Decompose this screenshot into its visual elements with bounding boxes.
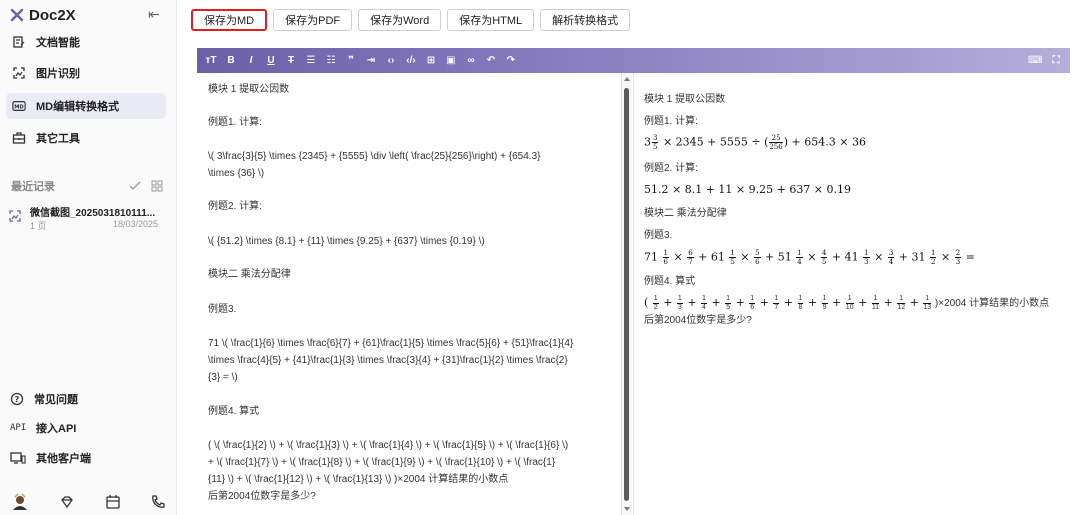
rendered-preview: 模块 1 提取公因数 例题1. 计算: 335 × 2345 + 5555 ÷ …	[633, 73, 1070, 515]
ordered-list-icon[interactable]: ☷	[325, 48, 337, 73]
link-icon[interactable]: ∞	[465, 48, 477, 73]
md-line: 模块二 乘法分配律	[208, 269, 291, 280]
footer-icons	[8, 491, 168, 513]
md-line: \times {36} \)	[208, 168, 265, 179]
recent-title: 最近记录	[11, 181, 55, 193]
recent-item[interactable]: 微信截图_2025031810111... 1 页 18/03/2025	[8, 204, 160, 232]
brand-logo[interactable]: Doc2X	[10, 6, 76, 24]
recent-item-date: 18/03/2025	[112, 219, 158, 229]
image-file-icon	[9, 210, 21, 222]
recent-header: 最近记录	[11, 178, 163, 194]
recent-item-name: 微信截图_2025031810111...	[30, 208, 156, 219]
md-line: \times \frac{4}{5} + {41}\frac{1}{3} \ti…	[208, 355, 568, 366]
preview-equation-3: 71 16 × 67 + 61 15 × 56 + 51 14 × 45 + 4…	[644, 249, 975, 266]
md-line: 例题2. 计算:	[208, 201, 262, 212]
faq-link[interactable]: ? 常见问题	[10, 390, 78, 408]
preview-example2-title: 例题2. 计算:	[644, 163, 698, 174]
code-icon[interactable]: ‹›	[385, 48, 397, 73]
strikethrough-icon[interactable]: T	[285, 48, 297, 73]
nav-item-doc-intelligence[interactable]: 文档智能	[6, 29, 166, 55]
preview-equation-1: 335 × 2345 + 5555 ÷ (25 256) + 654.3 × 36	[644, 134, 866, 151]
user-avatar-icon[interactable]	[10, 492, 30, 512]
nav-item-image-recognition[interactable]: 图片识别	[6, 60, 166, 86]
italic-icon[interactable]: I	[245, 48, 257, 73]
save-as-md-button[interactable]: 保存为MD	[191, 9, 268, 31]
calendar-icon[interactable]	[105, 494, 121, 510]
indent-icon[interactable]: ⇥	[365, 48, 377, 73]
undo-icon[interactable]: ↶	[485, 48, 497, 73]
recent-item-pages: 1 页	[30, 221, 47, 231]
nav-item-md-editor[interactable]: MD MD编辑转换格式	[6, 93, 166, 119]
image-scan-icon	[13, 67, 25, 79]
redo-icon[interactable]: ↷	[505, 48, 517, 73]
toolbox-icon	[12, 132, 26, 144]
md-line: 例题1. 计算:	[208, 117, 262, 128]
md-line: \( 3\frac{3}{5} \times {2345} + {5555} \…	[208, 151, 541, 162]
nav-label: 其它工具	[36, 133, 80, 145]
brand-name: Doc2X	[29, 6, 76, 24]
save-as-html-button[interactable]: 保存为HTML	[447, 9, 535, 31]
scroll-up-arrow-icon[interactable]	[624, 77, 630, 81]
api-link[interactable]: API 接入API	[10, 419, 76, 437]
md-line: {3} = \)	[208, 372, 238, 383]
editor-toolbar: ᴛT B I U T ☰ ☷ ❞ ⇥ ‹› ‹/› ⊞ ▣ ∞ ↶ ↷ ⌨ ⛶	[197, 48, 1070, 73]
preview-example4-title: 例题4. 算式	[644, 276, 696, 287]
faq-label: 常见问题	[34, 394, 78, 406]
preview-heading-module1: 模块 1 提取公因数	[644, 94, 726, 105]
save-as-pdf-button[interactable]: 保存为PDF	[273, 9, 353, 31]
api-icon: API	[10, 423, 27, 433]
underline-icon[interactable]: U	[265, 48, 277, 73]
fullscreen-icon[interactable]: ⛶	[1050, 48, 1062, 73]
preview-example3-title: 例题3.	[644, 230, 673, 241]
md-line: 例题4. 算式	[208, 406, 260, 417]
grid-view-icon[interactable]	[151, 180, 163, 192]
md-line: ( \( \frac{1}{2} \) + \( \frac{1}{3} \) …	[208, 440, 569, 451]
nav-label: MD编辑转换格式	[36, 101, 120, 113]
md-line: 后第2004位数字是多少?	[208, 491, 316, 502]
save-as-word-button[interactable]: 保存为Word	[358, 9, 442, 31]
table-icon[interactable]: ⊞	[425, 48, 437, 73]
collapse-sidebar-icon[interactable]: ⇤	[148, 6, 160, 23]
markdown-editor[interactable]: 模块 1 提取公因数 例题1. 计算: \( 3\frac{3}{5} \tim…	[197, 73, 622, 515]
md-line: 模块 1 提取公因数	[208, 84, 290, 95]
check-all-icon[interactable]	[129, 181, 141, 191]
editor-scrollbar-thumb[interactable]	[624, 88, 629, 501]
parse-convert-button[interactable]: 解析转换格式	[540, 9, 631, 31]
diamond-icon[interactable]	[59, 494, 75, 510]
md-line: 例题3.	[208, 304, 237, 315]
md-line: 71 \( \frac{1}{6} \times \frac{6}{7} + {…	[208, 338, 574, 349]
phone-icon[interactable]	[150, 494, 166, 510]
sidebar: Doc2X ⇤ 文档智能 图片识别 MD MD编辑转换格式 其它工具 最近记录 …	[0, 0, 177, 515]
other-clients-label: 其他客户端	[36, 453, 91, 465]
nav-item-other-tools[interactable]: 其它工具	[6, 125, 166, 151]
help-circle-icon: ?	[10, 392, 24, 406]
svg-text:MD: MD	[14, 105, 24, 111]
devices-icon	[10, 452, 26, 464]
md-line: \( {51.2} \times {8.1} + {11} \times {9.…	[208, 236, 485, 247]
image-icon[interactable]: ▣	[445, 48, 457, 73]
markdown-icon: MD	[12, 101, 26, 111]
text-size-icon[interactable]: ᴛT	[205, 48, 217, 73]
md-line: {11} \) + \( \frac{1}{12} \) + \( \frac{…	[208, 474, 509, 485]
bold-icon[interactable]: B	[225, 48, 237, 73]
preview-example1-title: 例题1. 计算:	[644, 116, 698, 127]
export-actions: 保存为MD 保存为PDF 保存为Word 保存为HTML 解析转换格式	[191, 9, 631, 31]
preview-equation-2: 51.2 × 8.1 + 11 × 9.25 + 637 × 0.19	[644, 183, 852, 196]
bullet-list-icon[interactable]: ☰	[305, 48, 317, 73]
quote-icon[interactable]: ❞	[345, 48, 357, 73]
preview-equation-4: ( 12 + 13 + 14 + 15 + 16 + 17 + 18 + 19 …	[644, 295, 1050, 311]
nav-label: 文档智能	[36, 37, 80, 49]
code-block-icon[interactable]: ‹/›	[405, 48, 417, 73]
preview-equation-4-line2: 后第2004位数字是多少?	[644, 315, 752, 326]
api-label: 接入API	[36, 423, 77, 435]
doc2x-logo-icon	[10, 8, 24, 22]
nav-label: 图片识别	[36, 68, 80, 80]
md-line: + \( \frac{1}{7} \) + \( \frac{1}{8} \) …	[208, 457, 556, 468]
doc-edit-icon	[13, 36, 25, 48]
svg-text:?: ?	[15, 395, 20, 404]
keyboard-icon[interactable]: ⌨	[1028, 48, 1042, 73]
other-clients-link[interactable]: 其他客户端	[10, 449, 91, 467]
scroll-down-arrow-icon[interactable]	[624, 507, 630, 511]
preview-heading-module2: 模块二 乘法分配律	[644, 208, 727, 219]
